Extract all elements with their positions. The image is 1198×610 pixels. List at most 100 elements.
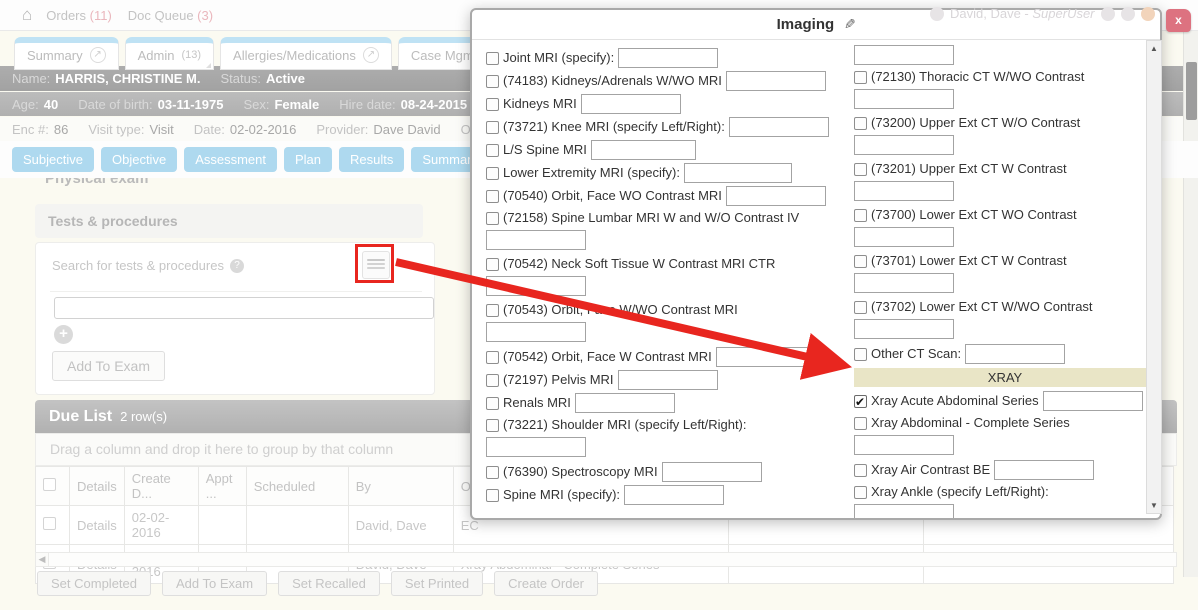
order-text-input[interactable]	[591, 140, 696, 160]
add-to-exam-button[interactable]: Add To Exam	[162, 571, 267, 596]
order-text-input[interactable]	[486, 276, 586, 296]
page-scrollbar-thumb[interactable]	[1186, 62, 1197, 120]
edit-pencil-icon[interactable]: ✎	[844, 16, 856, 33]
column-header-scheduled[interactable]: Scheduled	[246, 467, 348, 506]
order-text-input[interactable]	[486, 322, 586, 342]
scroll-up-arrow-icon[interactable]: ▲	[1147, 44, 1161, 53]
home-icon[interactable]: ⌂	[22, 5, 32, 25]
order-text-input[interactable]	[854, 273, 954, 293]
subtab-objective[interactable]: Objective	[101, 147, 177, 172]
checkbox-72197-pelvis-mri[interactable]	[486, 374, 499, 387]
checkbox-76390-spectroscopy-mri[interactable]	[486, 466, 499, 479]
top-nav-label: Doc Queue	[128, 8, 197, 23]
order-text-input[interactable]	[486, 230, 586, 250]
subtab-assessment[interactable]: Assessment	[184, 147, 277, 172]
order-text-input[interactable]	[1043, 391, 1143, 411]
order-text-input[interactable]	[854, 135, 954, 155]
order-text-input[interactable]	[726, 71, 826, 91]
checkbox-joint-mri-specify[interactable]	[486, 52, 499, 65]
checkbox-73721-knee-mri-specify-left-right[interactable]	[486, 121, 499, 134]
order-text-input[interactable]	[575, 393, 675, 413]
checkbox-xray-air-contrast-be[interactable]	[854, 464, 867, 477]
checkbox-73201-upper-ext-ct-w-contrast[interactable]	[854, 163, 867, 176]
tab-admin[interactable]: Admin(13)	[125, 37, 214, 70]
checkbox-73701-lower-ext-ct-w-contrast[interactable]	[854, 255, 867, 268]
tab-allergies-medications[interactable]: Allergies/Medications↗	[220, 37, 392, 70]
modal-scrollbar[interactable]: ▲ ▼	[1146, 40, 1162, 514]
order-text-input[interactable]	[486, 437, 586, 457]
checkbox-xray-acute-abdominal-series[interactable]	[854, 395, 867, 408]
select-all-checkbox[interactable]	[43, 478, 56, 491]
column-header-details[interactable]: Details	[70, 467, 125, 506]
checkbox-kidneys-mri[interactable]	[486, 98, 499, 111]
subtab-subjective[interactable]: Subjective	[12, 147, 94, 172]
order-text-input[interactable]	[726, 186, 826, 206]
checkbox-xray-abdominal-complete-series[interactable]	[854, 417, 867, 430]
order-text-input[interactable]	[854, 319, 954, 339]
checkbox-other-ct-scan[interactable]	[854, 348, 867, 361]
order-text-input[interactable]	[994, 460, 1094, 480]
column-header-appt[interactable]: Appt ...	[198, 467, 246, 506]
page-scrollbar[interactable]	[1183, 31, 1198, 577]
horizontal-scrollbar[interactable]: ◀	[35, 552, 1177, 567]
order-text-input[interactable]	[684, 163, 792, 183]
checkbox-spine-mri-specify[interactable]	[486, 489, 499, 502]
order-text-input[interactable]	[618, 370, 718, 390]
order-text-input[interactable]	[581, 94, 681, 114]
checkbox-70543-orbit-face-w-wo-contrast-mri[interactable]	[486, 304, 499, 317]
checkbox-72130-thoracic-ct-w-wo-contrast[interactable]	[854, 71, 867, 84]
order-item-other-ct-scan: Other CT Scan:	[854, 344, 1156, 364]
details-link[interactable]: Details	[70, 506, 125, 545]
checkbox-lower-extremity-mri-specify[interactable]	[486, 167, 499, 180]
add-row-icon[interactable]: +	[54, 325, 73, 344]
order-text-input[interactable]	[716, 347, 820, 367]
order-text-input[interactable]	[854, 181, 954, 201]
set-printed-button[interactable]: Set Printed	[391, 571, 483, 596]
scroll-down-arrow-icon[interactable]: ▼	[1147, 501, 1161, 510]
modal-close-button[interactable]: x	[1166, 9, 1191, 32]
order-text-input[interactable]	[662, 462, 762, 482]
popout-icon[interactable]: ↗	[90, 47, 106, 63]
checkbox-74183-kidneys-adrenals-w-wo-mri[interactable]	[486, 75, 499, 88]
scroll-left-arrow-icon[interactable]: ◀	[36, 553, 49, 566]
order-text-input[interactable]	[618, 48, 718, 68]
subtab-plan[interactable]: Plan	[284, 147, 332, 172]
order-input-below	[854, 227, 1156, 247]
checkbox-l-s-spine-mri[interactable]	[486, 144, 499, 157]
order-text-input[interactable]	[854, 89, 954, 109]
add-to-exam-button[interactable]: Add To Exam	[52, 351, 165, 381]
search-input[interactable]	[54, 297, 434, 319]
order-text-input[interactable]	[729, 117, 829, 137]
help-icon[interactable]: ?	[230, 259, 244, 273]
popout-icon[interactable]: ↗	[363, 47, 379, 63]
checkbox-72158-spine-lumbar-mri-w-and-w-o-contrast-iv[interactable]	[486, 212, 499, 225]
column-header-by[interactable]: By	[348, 467, 453, 506]
set-completed-button[interactable]: Set Completed	[37, 571, 151, 596]
row-checkbox[interactable]	[43, 517, 56, 530]
create-order-button[interactable]: Create Order	[494, 571, 598, 596]
checkbox-73221-shoulder-mri-specify-left-right[interactable]	[486, 419, 499, 432]
checkbox-73700-lower-ext-ct-wo-contrast[interactable]	[854, 209, 867, 222]
top-nav-item-doc-queue[interactable]: Doc Queue (3)	[128, 8, 213, 23]
order-label: Xray Acute Abdominal Series	[871, 392, 1039, 410]
checkbox-70540-orbit-face-wo-contrast-mri[interactable]	[486, 190, 499, 203]
order-text-input[interactable]	[854, 227, 954, 247]
checkbox-73200-upper-ext-ct-w-o-contrast[interactable]	[854, 117, 867, 130]
checkbox-70542-neck-soft-tissue-w-contrast-mri-ctr[interactable]	[486, 258, 499, 271]
order-text-input[interactable]	[624, 485, 724, 505]
checkbox-xray-ankle-specify-left-right[interactable]	[854, 486, 867, 499]
order-text-input[interactable]	[854, 435, 954, 455]
column-header-create-d[interactable]: Create D...	[124, 467, 198, 506]
set-recalled-button[interactable]: Set Recalled	[278, 571, 380, 596]
checkbox-70542-orbit-face-w-contrast-mri[interactable]	[486, 351, 499, 364]
order-text-input[interactable]	[854, 504, 954, 518]
checkbox-renals-mri[interactable]	[486, 397, 499, 410]
checkbox-73702-lower-ext-ct-w-wo-contrast[interactable]	[854, 301, 867, 314]
order-label: Xray Ankle (specify Left/Right):	[871, 483, 1049, 501]
user-session-label: David, Dave - SuperUser	[930, 6, 1155, 21]
order-text-input[interactable]	[854, 45, 954, 65]
tab-summary[interactable]: Summary↗	[14, 37, 119, 70]
order-text-input[interactable]	[965, 344, 1065, 364]
subtab-results[interactable]: Results	[339, 147, 404, 172]
top-nav-item-orders[interactable]: Orders (11)	[46, 8, 112, 23]
